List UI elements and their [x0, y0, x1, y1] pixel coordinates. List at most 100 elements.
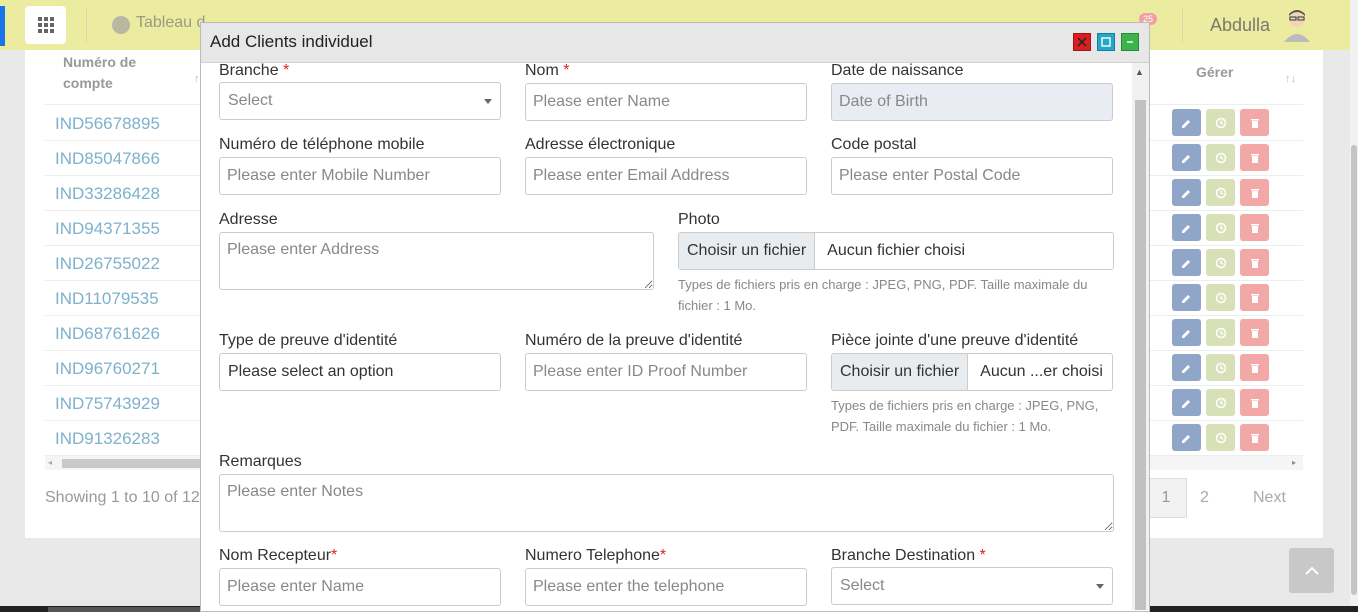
col-header-account[interactable]: Numéro de compte: [63, 52, 173, 94]
id-attach-file-input[interactable]: Choisir un fichier Aucun ...er choisi: [831, 353, 1113, 391]
account-link[interactable]: IND11079535: [55, 289, 159, 309]
modal-minimize-button[interactable]: [1121, 33, 1139, 51]
table-scrollbar-thumb[interactable]: [62, 459, 202, 468]
page-scrollbar-thumb[interactable]: [1351, 145, 1357, 595]
id-attach-choose-button[interactable]: Choisir un fichier: [832, 354, 969, 390]
history-icon: [1215, 257, 1226, 268]
avatar-icon[interactable]: [1282, 8, 1312, 42]
delete-button[interactable]: [1240, 424, 1269, 451]
required-marker: *: [563, 62, 570, 79]
edit-button[interactable]: [1172, 144, 1201, 171]
dob-input[interactable]: [831, 83, 1113, 121]
name-input[interactable]: [525, 83, 807, 121]
mobile-input[interactable]: [219, 157, 501, 195]
id-type-value: Please select an option: [228, 363, 394, 380]
delete-button[interactable]: [1240, 319, 1269, 346]
user-name[interactable]: Abdulla: [1210, 15, 1270, 36]
photo-choose-button[interactable]: Choisir un fichier: [679, 233, 816, 269]
delete-button[interactable]: [1240, 284, 1269, 311]
history-button[interactable]: [1206, 354, 1235, 381]
history-button[interactable]: [1206, 424, 1235, 451]
history-icon: [1215, 432, 1226, 443]
page-2-button[interactable]: 2: [1200, 489, 1209, 507]
delete-button[interactable]: [1240, 214, 1269, 241]
edit-button[interactable]: [1172, 179, 1201, 206]
edit-button[interactable]: [1172, 389, 1201, 416]
sidebar-edge: [0, 6, 5, 46]
edit-button[interactable]: [1172, 284, 1201, 311]
scroll-right-arrow[interactable]: ▸: [1292, 458, 1296, 467]
history-button[interactable]: [1206, 179, 1235, 206]
account-link[interactable]: IND96760271: [55, 359, 160, 379]
edit-button[interactable]: [1172, 109, 1201, 136]
postal-input[interactable]: [831, 157, 1113, 195]
email-input[interactable]: [525, 157, 807, 195]
delete-button[interactable]: [1240, 249, 1269, 276]
scroll-up-arrow[interactable]: ▲: [1135, 67, 1144, 77]
required-marker: *: [331, 547, 338, 564]
scroll-left-arrow[interactable]: ◂: [48, 458, 52, 467]
postal-label: Code postal: [831, 136, 917, 153]
trash-icon: [1250, 118, 1259, 128]
trash-icon: [1250, 258, 1259, 268]
edit-button[interactable]: [1172, 424, 1201, 451]
chevron-down-icon: [1096, 583, 1104, 589]
modal-title: Add Clients individuel: [210, 32, 373, 51]
edit-button[interactable]: [1172, 249, 1201, 276]
scroll-top-button[interactable]: [1289, 548, 1334, 593]
edit-button[interactable]: [1172, 319, 1201, 346]
col-header-manage[interactable]: Gérer: [1196, 64, 1233, 80]
receiver-phone-label-text: Numero Telephone: [525, 547, 660, 564]
account-link[interactable]: IND33286428: [55, 184, 160, 204]
delete-button[interactable]: [1240, 179, 1269, 206]
receiver-phone-input[interactable]: [525, 568, 807, 606]
account-link[interactable]: IND85047866: [55, 149, 160, 169]
delete-button[interactable]: [1240, 144, 1269, 171]
history-button[interactable]: [1206, 144, 1235, 171]
edit-button[interactable]: [1172, 354, 1201, 381]
pagination-info: Showing 1 to 10 of 12: [45, 489, 200, 506]
modal-close-button[interactable]: [1073, 33, 1091, 51]
history-button[interactable]: [1206, 319, 1235, 346]
branch-select[interactable]: Select: [219, 82, 501, 120]
photo-file-input[interactable]: Choisir un fichier Aucun fichier choisi: [678, 232, 1114, 270]
branch-label-text: Branche: [219, 62, 279, 79]
pencil-icon: [1181, 364, 1190, 373]
pencil-icon: [1181, 399, 1190, 408]
sort-icon[interactable]: ↑↓: [1285, 73, 1296, 85]
dob-label: Date de naissance: [831, 62, 964, 79]
receiver-name-input[interactable]: [219, 568, 501, 606]
dest-branch-label-text: Branche Destination: [831, 547, 976, 564]
dest-branch-select[interactable]: Select: [831, 567, 1113, 605]
delete-button[interactable]: [1240, 389, 1269, 416]
photo-hint: Types de fichiers pris en charge : JPEG,…: [678, 277, 1088, 313]
delete-button[interactable]: [1240, 109, 1269, 136]
history-button[interactable]: [1206, 284, 1235, 311]
menu-grid-button[interactable]: [25, 6, 66, 44]
address-textarea[interactable]: [219, 232, 654, 290]
account-link[interactable]: IND26755022: [55, 254, 160, 274]
page-1-button[interactable]: 1: [1145, 478, 1187, 518]
history-button[interactable]: [1206, 249, 1235, 276]
nav-divider: [86, 8, 87, 42]
modal-maximize-button[interactable]: [1097, 33, 1115, 51]
history-button[interactable]: [1206, 389, 1235, 416]
edit-button[interactable]: [1172, 214, 1201, 241]
account-link[interactable]: IND75743929: [55, 394, 160, 414]
account-link[interactable]: IND68761626: [55, 324, 160, 344]
maximize-icon: [1101, 37, 1111, 47]
account-link[interactable]: IND91326283: [55, 429, 160, 449]
remarks-textarea[interactable]: [219, 474, 1114, 532]
id-number-label: Numéro de la preuve d'identité: [525, 332, 743, 349]
history-button[interactable]: [1206, 109, 1235, 136]
modal-scrollbar-thumb[interactable]: [1135, 100, 1146, 610]
delete-button[interactable]: [1240, 354, 1269, 381]
account-link[interactable]: IND94371355: [55, 219, 160, 239]
next-page-button[interactable]: Next: [1253, 489, 1286, 507]
id-type-select[interactable]: Please select an option: [219, 353, 501, 391]
account-link[interactable]: IND56678895: [55, 114, 160, 134]
history-icon: [1215, 187, 1226, 198]
id-number-input[interactable]: [525, 353, 807, 391]
history-icon: [1215, 397, 1226, 408]
history-button[interactable]: [1206, 214, 1235, 241]
